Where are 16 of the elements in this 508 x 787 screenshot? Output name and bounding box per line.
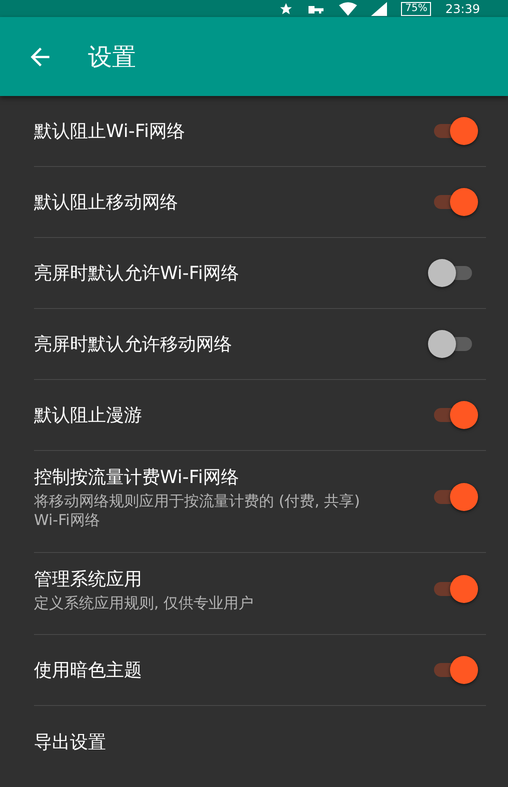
menu-item[interactable]: 导出设置: [34, 730, 106, 754]
setting-title: 控制按流量计费Wi-Fi网络: [34, 466, 240, 489]
clock-time: 23:39: [445, 2, 480, 16]
setting-title: 管理系统应用: [34, 568, 143, 590]
setting-title: 亮屏时默认允许Wi-Fi网络: [34, 262, 239, 285]
setting-title: 默认阻止漫游: [34, 404, 142, 427]
wifi-icon: [339, 2, 358, 16]
setting-title: 使用暗色主题: [34, 659, 142, 682]
setting-title: 亮屏时默认允许移动网络: [34, 333, 232, 356]
setting-summary: 定义系统应用规则, 仅供专业用户: [34, 594, 254, 612]
screen-title: 设置: [88, 42, 136, 72]
setting-summary: 将移动网络规则应用于按流量计费的 (付费, 共享) Wi-Fi网络: [34, 492, 362, 530]
battery-level: 75%: [401, 2, 432, 16]
setting-title: 默认阻止移动网络: [34, 191, 178, 214]
setting-title: 默认阻止Wi-Fi网络: [34, 120, 185, 143]
star-icon: [279, 2, 294, 16]
